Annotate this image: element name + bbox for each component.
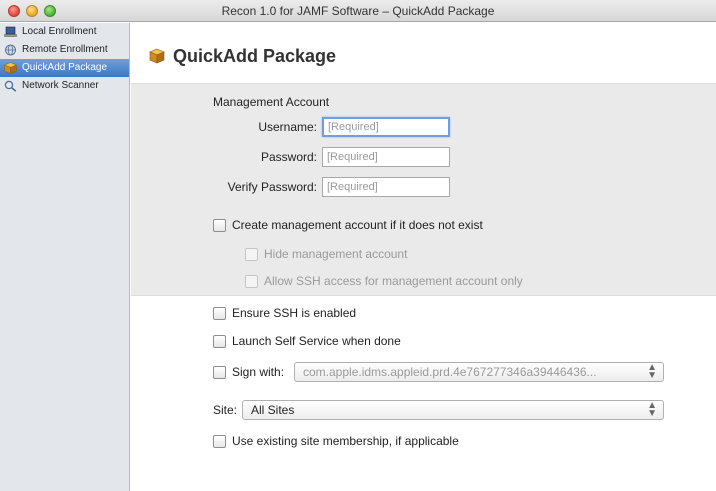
verify-password-input[interactable] xyxy=(322,177,450,197)
use-site-membership-checkbox-row[interactable]: Use existing site membership, if applica… xyxy=(213,432,459,450)
use-site-membership-checkbox[interactable] xyxy=(213,434,226,448)
allow-ssh-label: Allow SSH access for management account … xyxy=(264,274,523,288)
package-icon xyxy=(149,48,165,64)
section-title: Management Account xyxy=(213,95,330,109)
package-icon xyxy=(4,62,17,74)
signing-identity-value: com.apple.idms.appleid.prd.4e767277346a3… xyxy=(303,365,597,379)
chevron-updown-icon: ▲ ▼ xyxy=(647,362,657,381)
use-site-membership-label: Use existing site membership, if applica… xyxy=(232,434,459,448)
main-content: QuickAdd Package Management Account User… xyxy=(131,23,716,491)
ensure-ssh-label: Ensure SSH is enabled xyxy=(232,306,357,320)
sidebar-item-local-enrollment[interactable]: Local Enrollment xyxy=(0,23,129,41)
password-input[interactable] xyxy=(322,147,450,167)
verify-password-label: Verify Password: xyxy=(227,180,317,194)
ensure-ssh-checkbox[interactable] xyxy=(213,306,226,320)
username-input[interactable] xyxy=(322,117,450,137)
launch-self-service-label: Launch Self Service when done xyxy=(232,334,401,348)
sidebar-item-label: Remote Enrollment xyxy=(22,44,108,55)
signing-identity-select[interactable]: com.apple.idms.appleid.prd.4e767277346a3… xyxy=(294,362,664,382)
launch-self-service-checkbox-row[interactable]: Launch Self Service when done xyxy=(213,332,401,350)
create-account-label: Create management account if it does not… xyxy=(232,218,483,232)
sidebar-item-quickadd-package[interactable]: QuickAdd Package xyxy=(0,59,129,77)
window-title: Recon 1.0 for JAMF Software – QuickAdd P… xyxy=(221,4,495,18)
management-account-panel: Management Account Username: Password: V… xyxy=(131,83,716,296)
magnifier-icon xyxy=(4,80,17,92)
laptop-icon xyxy=(4,26,17,37)
sidebar-item-label: QuickAdd Package xyxy=(22,62,108,73)
sign-with-checkbox[interactable] xyxy=(213,365,226,379)
network-globe-icon xyxy=(5,44,16,56)
sign-with-label: Sign with: xyxy=(232,365,285,379)
create-account-checkbox-row[interactable]: Create management account if it does not… xyxy=(213,216,483,234)
page-heading: QuickAdd Package xyxy=(149,44,336,68)
sign-with-checkbox-row[interactable]: Sign with: xyxy=(213,363,284,381)
chevron-updown-icon: ▲ ▼ xyxy=(647,400,657,419)
verify-password-row: Verify Password: xyxy=(131,177,716,197)
title-bar: Recon 1.0 for JAMF Software – QuickAdd P… xyxy=(0,0,716,22)
sidebar-item-network-scanner[interactable]: Network Scanner xyxy=(0,77,129,95)
username-label: Username: xyxy=(258,120,317,134)
create-account-checkbox[interactable] xyxy=(213,218,226,232)
page-title: QuickAdd Package xyxy=(173,45,337,66)
sidebar-item-label: Local Enrollment xyxy=(22,26,97,37)
password-label: Password: xyxy=(260,150,317,164)
sidebar-item-remote-enrollment[interactable]: Remote Enrollment xyxy=(0,41,129,59)
hide-account-checkbox-row[interactable]: Hide management account xyxy=(245,245,407,263)
site-select[interactable]: All Sites ▲ ▼ xyxy=(242,400,664,420)
ensure-ssh-checkbox-row[interactable]: Ensure SSH is enabled xyxy=(213,304,356,322)
site-value: All Sites xyxy=(251,403,295,417)
allow-ssh-checkbox[interactable] xyxy=(245,274,258,288)
sidebar: Local Enrollment Remote Enrollment Quick… xyxy=(0,23,130,491)
site-label: Site: xyxy=(212,403,237,417)
launch-self-service-checkbox[interactable] xyxy=(213,334,226,348)
allow-ssh-checkbox-row[interactable]: Allow SSH access for management account … xyxy=(245,272,523,290)
sidebar-item-label: Network Scanner xyxy=(22,80,99,91)
username-row: Username: xyxy=(131,117,716,137)
hide-account-label: Hide management account xyxy=(264,247,408,261)
hide-account-checkbox[interactable] xyxy=(245,247,258,261)
password-row: Password: xyxy=(131,147,716,167)
